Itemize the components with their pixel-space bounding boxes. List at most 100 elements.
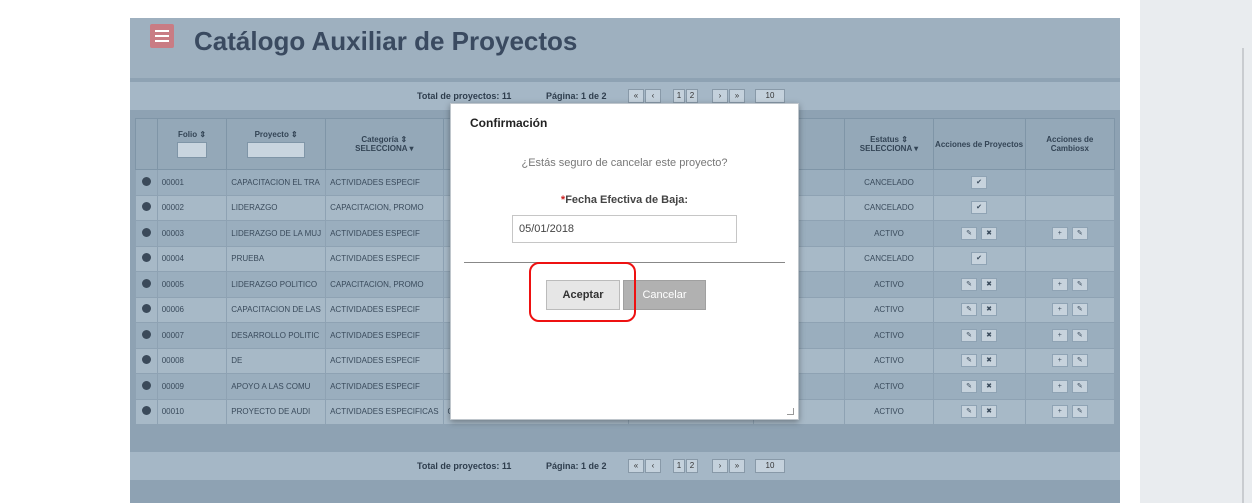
change-actions [1024,194,1116,221]
last-page-button[interactable]: » [729,89,745,103]
page-indicator: Página: 1 de 2 [546,91,607,101]
folio-filter-input[interactable] [177,142,207,158]
expand-row-icon[interactable] [135,347,158,374]
proyecto-cell: DESARROLLO POLITIC [226,322,327,349]
first-page-button[interactable]: « [628,459,644,473]
hamburger-menu-button[interactable] [150,24,174,48]
view-icon[interactable]: ✔ [971,201,988,215]
col-categoria: Categoría ⇕ SELECCIONA ▾ [325,118,444,170]
delete-icon[interactable]: ✖ [981,379,998,393]
expand-row-icon[interactable] [135,220,158,247]
page-1-button[interactable]: 1 [673,89,685,103]
change-actions: + ✎ [1024,296,1116,323]
edit-change-icon[interactable]: ✎ [1071,354,1088,368]
categoria-cell: ACTIVIDADES ESPECIF [325,373,444,400]
categoria-cell: ACTIVIDADES ESPECIFICAS [325,398,444,425]
edit-change-icon[interactable]: ✎ [1071,226,1088,240]
edit-icon[interactable]: ✎ [961,354,978,368]
page-2-button[interactable]: 2 [686,89,698,103]
expand-col-header [135,118,158,170]
expand-row-icon[interactable] [135,296,158,323]
delete-icon[interactable]: ✖ [981,354,998,368]
delete-icon[interactable]: ✖ [981,277,998,291]
view-icon[interactable]: ✔ [971,252,988,266]
edit-change-icon[interactable]: ✎ [1071,277,1088,291]
col-proyecto: Proyecto ⇕ [226,118,327,170]
project-actions: ✎ ✖ [932,347,1026,374]
expand-row-icon[interactable] [135,398,158,425]
edit-icon[interactable]: ✎ [961,328,978,342]
edit-change-icon[interactable]: ✎ [1071,303,1088,317]
change-actions: + ✎ [1024,220,1116,247]
fecha-baja-label: *Fecha Efectiva de Baja: [560,194,689,206]
folio-cell: 00005 [156,271,228,298]
page-1-button[interactable]: 1 [673,459,685,473]
expand-row-icon[interactable] [135,373,158,400]
next-page-button[interactable]: › [712,89,728,103]
add-change-icon[interactable]: + [1051,328,1068,342]
page-indicator: Página: 1 de 2 [546,461,607,471]
expand-row-icon[interactable] [135,271,158,298]
folio-cell: 00003 [156,220,228,247]
edit-icon[interactable]: ✎ [961,303,978,317]
add-change-icon[interactable]: + [1051,354,1068,368]
delete-icon[interactable]: ✖ [981,405,998,419]
change-actions: + ✎ [1024,322,1116,349]
fecha-baja-input[interactable] [512,215,737,243]
estatus-cell: ACTIVO [844,373,934,400]
delete-icon[interactable]: ✖ [981,303,998,317]
estatus-cell: CANCELADO [844,245,934,272]
total-count: Total de proyectos: 11 [417,461,512,471]
folio-cell: 00008 [156,347,228,374]
project-actions: ✎ ✖ [932,296,1026,323]
prev-page-button[interactable]: ‹ [645,89,661,103]
dialog-message: ¿Estás seguro de cancelar este proyecto? [521,157,728,169]
project-actions: ✔ [932,169,1026,196]
proyecto-cell: CAPACITACION DE LAS [226,296,327,323]
estatus-cell: CANCELADO [844,169,934,196]
last-page-button[interactable]: » [729,459,745,473]
categoria-cell: ACTIVIDADES ESPECIF [325,322,444,349]
total-count: Total de proyectos: 11 [417,91,512,101]
folio-cell: 00002 [156,194,228,221]
add-change-icon[interactable]: + [1051,405,1068,419]
expand-row-icon[interactable] [135,194,158,221]
edit-change-icon[interactable]: ✎ [1071,328,1088,342]
estatus-filter-select[interactable]: SELECCIONA [860,144,912,153]
categoria-filter-select[interactable]: SELECCIONA [355,144,407,153]
edit-change-icon[interactable]: ✎ [1071,379,1088,393]
add-change-icon[interactable]: + [1051,277,1068,291]
folio-cell: 00007 [156,322,228,349]
resize-handle-icon[interactable] [787,408,794,415]
delete-icon[interactable]: ✖ [981,328,998,342]
expand-row-icon[interactable] [135,245,158,272]
expand-row-icon[interactable] [135,322,158,349]
edit-change-icon[interactable]: ✎ [1071,405,1088,419]
expand-row-icon[interactable] [135,169,158,196]
estatus-cell: CANCELADO [844,194,934,221]
prev-page-button[interactable]: ‹ [645,459,661,473]
edit-icon[interactable]: ✎ [961,405,978,419]
first-page-button[interactable]: « [628,89,644,103]
page-2-button[interactable]: 2 [686,459,698,473]
categoria-cell: ACTIVIDADES ESPECIF [325,347,444,374]
view-icon[interactable]: ✔ [971,175,988,189]
per-page-select[interactable]: 10 [755,459,785,473]
add-change-icon[interactable]: + [1051,226,1068,240]
edit-icon[interactable]: ✎ [961,226,978,240]
dialog-title: Confirmación [470,116,548,130]
project-actions: ✎ ✖ [932,220,1026,247]
scrollbar[interactable] [1242,48,1244,503]
proyecto-filter-input[interactable] [247,142,306,158]
edit-icon[interactable]: ✎ [961,379,978,393]
add-change-icon[interactable]: + [1051,379,1068,393]
edit-icon[interactable]: ✎ [961,277,978,291]
change-actions: + ✎ [1024,271,1116,298]
next-page-button[interactable]: › [712,459,728,473]
change-actions: + ✎ [1024,398,1116,425]
pager-bottom: Total de proyectos: 11 Página: 1 de 2 « … [130,452,1120,480]
per-page-select[interactable]: 10 [755,89,785,103]
add-change-icon[interactable]: + [1051,303,1068,317]
folio-cell: 00004 [156,245,228,272]
delete-icon[interactable]: ✖ [981,226,998,240]
